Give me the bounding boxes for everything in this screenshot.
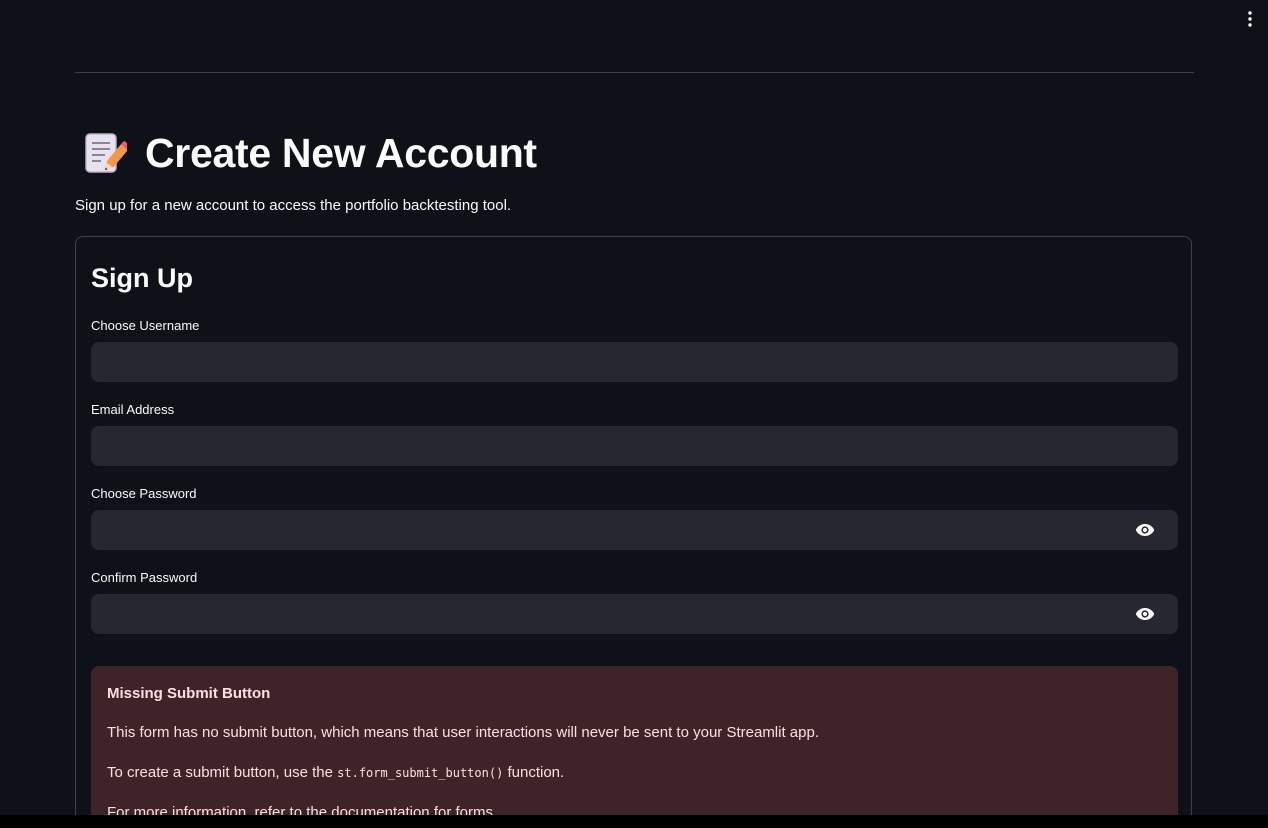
email-input[interactable] — [91, 426, 1178, 466]
username-input[interactable] — [91, 342, 1178, 382]
alert-instruction-suffix: function. — [507, 764, 565, 781]
username-field[interactable] — [91, 342, 1178, 382]
password-field[interactable] — [91, 510, 1178, 550]
kebab-menu-icon — [1248, 11, 1252, 27]
password-label: Choose Password — [91, 486, 197, 501]
code-snippet: st.form_submit_button() — [337, 766, 504, 780]
page-subtitle: Sign up for a new account to access the … — [75, 197, 512, 214]
main-menu-button[interactable] — [1238, 6, 1262, 32]
confirm-password-input[interactable] — [91, 594, 1178, 634]
eye-icon — [1135, 608, 1155, 620]
missing-submit-alert: Missing Submit Button This form has no s… — [91, 666, 1178, 828]
show-confirm-password-toggle[interactable] — [1134, 604, 1156, 624]
page-title: Create New Account — [145, 129, 537, 176]
alert-title: Missing Submit Button — [107, 685, 271, 702]
show-password-toggle[interactable] — [1134, 520, 1156, 540]
alert-message: This form has no submit button, which me… — [107, 724, 820, 741]
username-label: Choose Username — [91, 318, 200, 333]
eye-icon — [1135, 524, 1155, 536]
app-root: Create New Account Sign up for a new acc… — [0, 0, 1268, 828]
alert-instruction-prefix: To create a submit button, use the — [107, 764, 333, 781]
password-input[interactable] — [91, 510, 1178, 550]
form-title: Sign Up — [91, 263, 193, 293]
bottom-bar — [0, 815, 1268, 828]
email-field[interactable] — [91, 426, 1178, 466]
title-row: Create New Account — [83, 126, 537, 180]
alert-instruction: To create a submit button, use the st.fo… — [107, 764, 564, 781]
email-label: Email Address — [91, 402, 175, 417]
header-divider — [75, 72, 1194, 73]
memo-icon — [85, 133, 127, 173]
confirm-password-label: Confirm Password — [91, 570, 198, 585]
confirm-password-field[interactable] — [91, 594, 1178, 634]
